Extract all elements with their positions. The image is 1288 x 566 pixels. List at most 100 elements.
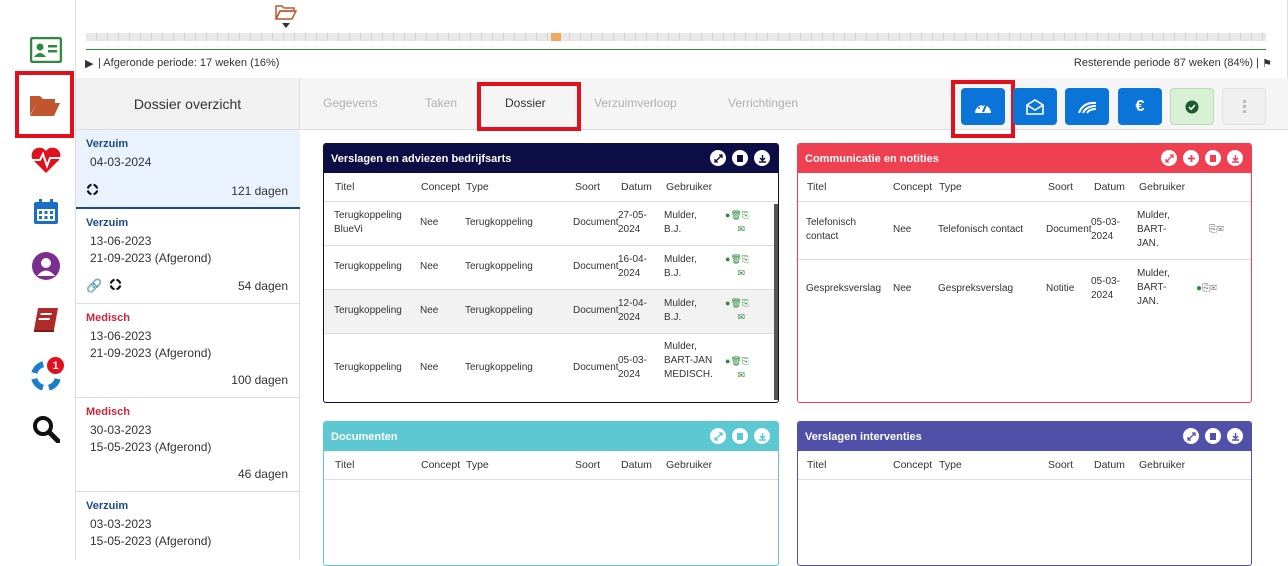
col-concept[interactable]: Concept [421, 459, 460, 471]
col-gebruiker[interactable]: Gebruiker [1139, 181, 1185, 193]
col-type[interactable]: Type [466, 181, 489, 193]
table-row[interactable]: Gespreksverslag Nee Gespreksverslag Noti… [798, 260, 1251, 318]
expand-icon[interactable] [710, 150, 726, 166]
search-icon[interactable] [24, 407, 68, 451]
col-datum[interactable]: Datum [621, 459, 652, 471]
expand-icon[interactable] [1161, 150, 1177, 166]
approve-button[interactable] [1170, 88, 1214, 125]
row-actions-icon[interactable]: ●🗑⎘ ✉ [725, 252, 749, 280]
table-row[interactable]: Terugkoppeling Nee Terugkoppeling Docume… [324, 246, 778, 290]
expand-icon[interactable] [710, 428, 726, 444]
col-datum[interactable]: Datum [1094, 181, 1125, 193]
dossier-card[interactable]: Verzuim 13-06-2023 21-09-2023 (Afgerond)… [76, 209, 300, 304]
col-titel[interactable]: Titel [807, 459, 826, 471]
copy-icon[interactable] [732, 428, 748, 444]
download-icon[interactable] [1227, 428, 1243, 444]
euro-button[interactable]: € [1118, 88, 1162, 125]
table-row[interactable]: Terugkoppeling Nee Terugkoppeling Docume… [324, 334, 778, 402]
col-soort[interactable]: Soort [1048, 181, 1073, 193]
panel-header: Communicatie en notities [798, 144, 1251, 173]
download-icon[interactable] [754, 150, 770, 166]
more-options-button[interactable] [1222, 88, 1266, 125]
col-concept[interactable]: Concept [893, 459, 932, 471]
col-datum[interactable]: Datum [621, 181, 652, 193]
dossier-days: 100 dagen [231, 373, 288, 387]
cell-datum: 27-05-2024 [618, 210, 647, 235]
cell-type: Telefonisch contact [938, 224, 1024, 235]
user-profile-icon[interactable] [24, 244, 68, 288]
dossier-card[interactable]: Verzuim 04-03-2024 121 dagen [76, 130, 300, 209]
tab-verrichtingen[interactable]: Verrichtingen [728, 96, 798, 110]
col-soort[interactable]: Soort [1048, 459, 1073, 471]
col-concept[interactable]: Concept [893, 181, 932, 193]
remaining-period-label: Resterende periode 87 weken (84%) | [1073, 57, 1259, 69]
table-row[interactable]: Telefonisch contact Nee Telefonisch cont… [798, 202, 1251, 260]
col-gebruiker[interactable]: Gebruiker [1139, 459, 1185, 471]
timeline-weeks-bar[interactable] [86, 33, 1266, 41]
download-icon[interactable] [754, 428, 770, 444]
heart-pulse-icon[interactable] [24, 138, 68, 182]
gauge-icon [975, 103, 991, 113]
dossier-card[interactable]: Medisch 30-03-2023 15-05-2023 (Afgerond)… [76, 398, 300, 492]
row-actions-icon[interactable]: ●🗑⎘ ✉ [725, 354, 749, 382]
panel-header: Verslagen en adviezen bedrijfsarts [324, 144, 778, 173]
row-actions-icon[interactable]: ●⎘✉ [1196, 282, 1217, 296]
dashboard-button[interactable] [961, 88, 1005, 125]
col-gebruiker[interactable]: Gebruiker [666, 459, 712, 471]
tab-gegevens[interactable]: Gegevens [323, 96, 378, 110]
col-titel[interactable]: Titel [335, 181, 354, 193]
dossier-card[interactable]: Medisch 13-06-2023 21-09-2023 (Afgerond)… [76, 304, 300, 398]
panel-header: Documenten [324, 422, 778, 451]
tab-taken[interactable]: Taken [425, 96, 457, 110]
col-concept[interactable]: Concept [421, 181, 460, 193]
calendar-icon[interactable] [24, 190, 68, 234]
panel-header: Verslagen interventies [798, 422, 1251, 451]
cell-type: Terugkoppeling [465, 217, 533, 228]
envelope-open-icon [1026, 98, 1044, 115]
lifebuoy-icon[interactable]: 1 [24, 353, 68, 397]
col-gebruiker[interactable]: Gebruiker [666, 181, 712, 193]
link-icon[interactable]: 🔗 [86, 278, 102, 294]
row-actions-icon[interactable]: ⎘✉ [1209, 223, 1224, 237]
download-icon[interactable] [1227, 150, 1243, 166]
cell-datum: 12-04-2024 [618, 298, 647, 323]
panel-title: Verslagen interventies [805, 430, 922, 443]
row-actions-icon[interactable]: ●🗑⎘ ✉ [725, 208, 749, 236]
cell-titel: Terugkoppeling [334, 305, 402, 316]
copy-icon[interactable] [732, 150, 748, 166]
lifebuoy-small-icon [86, 183, 99, 199]
play-icon[interactable]: ▶ [85, 57, 93, 70]
tab-verzuimverloop[interactable]: Verzuimverloop [594, 96, 677, 110]
copy-icon[interactable] [1205, 428, 1221, 444]
cell-concept: Nee [420, 261, 439, 272]
col-datum[interactable]: Datum [1094, 459, 1125, 471]
scrollbar[interactable] [774, 204, 778, 400]
icon-rail: 1 [0, 0, 75, 560]
copy-icon[interactable] [1205, 150, 1221, 166]
panel-documenten: Documenten Titel Concept Type Soort Datu… [323, 421, 779, 566]
check-circle-icon [1185, 100, 1199, 113]
employee-card-icon[interactable] [24, 28, 68, 72]
uwv-button[interactable] [1065, 88, 1109, 125]
expand-icon[interactable] [1183, 428, 1199, 444]
col-titel[interactable]: Titel [807, 181, 826, 193]
book-icon[interactable] [24, 298, 68, 342]
mail-button[interactable] [1013, 88, 1057, 125]
table-row[interactable]: Terugkoppeling Nee Terugkoppeling Docume… [324, 290, 778, 334]
dossier-kind: Verzuim [86, 138, 129, 150]
col-type[interactable]: Type [466, 459, 489, 471]
col-soort[interactable]: Soort [575, 459, 600, 471]
add-icon[interactable] [1183, 150, 1199, 166]
tab-highlight [477, 82, 581, 131]
cell-gebruiker: Mulder, BART-JAN. [1137, 210, 1170, 249]
col-soort[interactable]: Soort [575, 181, 600, 193]
dossier-folder-icon[interactable] [15, 71, 74, 138]
row-actions-icon[interactable]: ●🗑⎘ ✉ [725, 296, 749, 324]
table-row[interactable]: Terugkoppeling BlueVi Nee Terugkoppeling… [324, 202, 778, 246]
col-type[interactable]: Type [939, 181, 962, 193]
col-titel[interactable]: Titel [335, 459, 354, 471]
cell-titel: Telefonisch contact [806, 217, 857, 242]
col-type[interactable]: Type [939, 459, 962, 471]
cell-soort: Document [573, 362, 619, 373]
dossier-card[interactable]: Verzuim 03-03-2023 15-05-2023 (Afgerond) [76, 492, 300, 560]
